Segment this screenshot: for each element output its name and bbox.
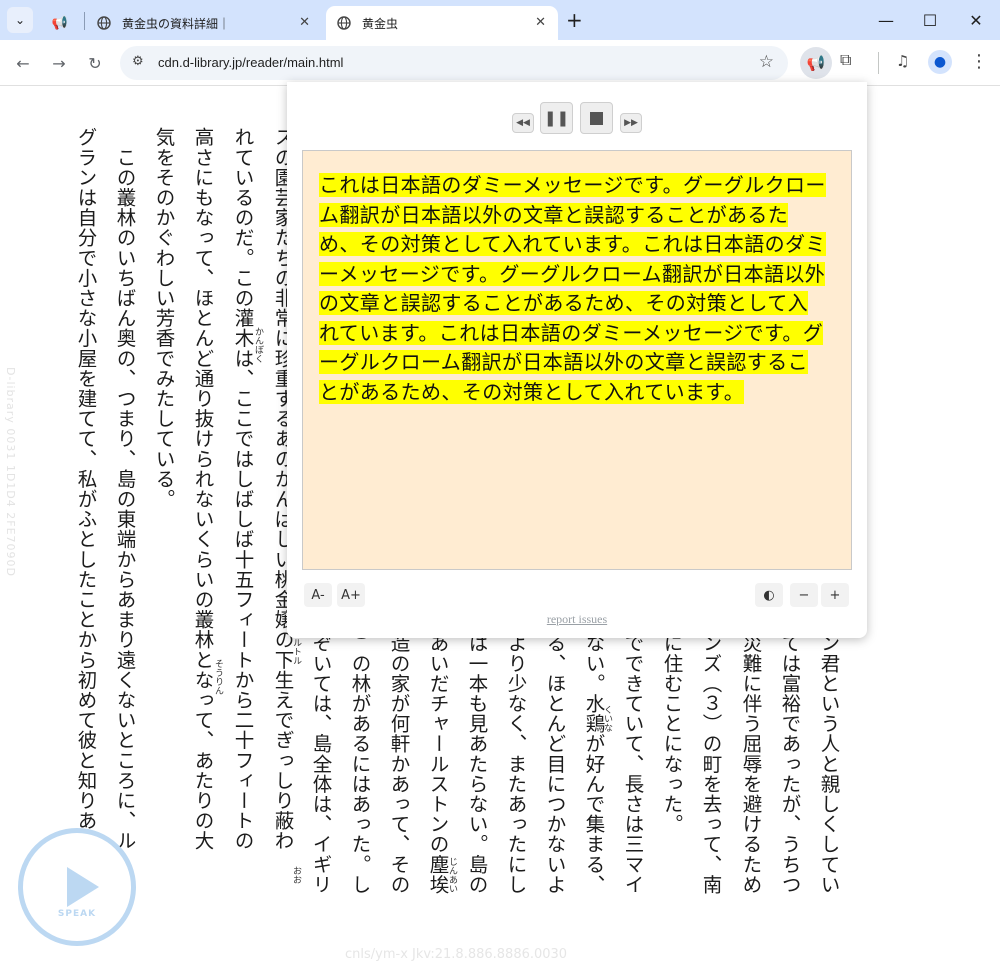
globe-icon — [96, 15, 112, 31]
chevron-down-icon: ⌄ — [14, 13, 26, 27]
tab-search-button[interactable]: ⌄ — [7, 7, 33, 33]
moon-icon: ◐ — [763, 587, 775, 603]
pause-button[interactable]: ❚❚ — [540, 102, 573, 134]
url-text[interactable]: cdn.d-library.jp/reader/main.html — [158, 55, 343, 70]
text-column: より少なく、またあったにし — [504, 633, 527, 895]
text-column: ない。水鶏が好んで集まる、 — [582, 633, 605, 895]
speak-play-button[interactable]: SPEAK — [18, 828, 136, 946]
pause-icon: ❚❚ — [543, 109, 570, 127]
ruby-annotation: くいな — [602, 705, 612, 732]
reading-text-area[interactable]: これは日本語のダミーメッセージです。グーグルクローム翻訳が日本語以外の文章と誤認… — [302, 150, 852, 570]
text-column: この叢林のいちばん奥の、つまり、島の東端からあまり遠くないところに、ル — [113, 127, 136, 851]
tab-separator — [84, 12, 85, 30]
extensions-puzzle-icon[interactable]: ⧉ — [840, 50, 851, 70]
ruby-annotation: おお — [291, 866, 301, 884]
highlighted-text: これは日本語のダミーメッセージです。グーグルクローム翻訳が日本語以外の文章と誤認… — [319, 173, 826, 404]
close-icon[interactable]: ✕ — [299, 15, 310, 30]
megaphone-icon: 📢 — [51, 15, 69, 31]
text-column: ）の林があるにはあった。し — [348, 633, 371, 895]
speak-label: SPEAK — [57, 909, 97, 919]
report-issues-link[interactable]: report issues — [287, 612, 867, 627]
minimize-button[interactable]: — — [866, 6, 906, 34]
text-column: ては富裕であったが、うちつ — [778, 633, 801, 895]
close-icon[interactable]: ✕ — [535, 15, 546, 30]
arrow-left-icon: ← — [16, 53, 30, 73]
ruby-annotation: そうりん — [213, 659, 223, 695]
ruby-annotation: じんあい — [447, 857, 457, 893]
tab-document-details[interactable]: 黄金虫の資料詳細｜ ✕ — [86, 6, 322, 40]
toolbar-divider — [878, 52, 879, 74]
stop-icon — [590, 111, 603, 125]
person-icon: ● — [933, 54, 947, 70]
tts-extension-popup: ◀◀ ❚❚ ▶▶ これは日本語のダミーメッセージです。グーグルクローム翻訳が日本… — [287, 82, 867, 638]
bookmark-star-icon[interactable]: ☆ — [759, 52, 774, 72]
text-column: ンズ（３）の町を去って、南 — [699, 633, 722, 895]
forward-button[interactable]: ▶▶ — [620, 113, 642, 133]
new-tab-button[interactable]: + — [566, 8, 583, 32]
text-column: れているのだ。この灌木は、ここではしばしば十五フィートから二十フィートの — [231, 127, 254, 851]
text-column: 災難に伴う屈辱を避けるため — [739, 633, 762, 895]
text-column: グランは自分で小さな小屋を建てて、私がふとしたことから初めて彼と知りあ — [74, 127, 97, 831]
stop-button[interactable] — [580, 102, 613, 134]
rewind-button[interactable]: ◀◀ — [512, 113, 534, 133]
ruby-annotation: かんぼく — [253, 327, 263, 363]
address-bar[interactable]: ⚙ cdn.d-library.jp/reader/main.html ☆ — [120, 46, 788, 80]
tab-reader[interactable]: 黄金虫 ✕ — [326, 6, 558, 40]
rewind-icon: ◀◀ — [516, 118, 530, 128]
site-settings-icon[interactable]: ⚙ — [132, 54, 144, 69]
tab-strip: ⌄ 📢 黄金虫の資料詳細｜ ✕ 黄金虫 ✕ + — ☐ ✕ — [0, 0, 1000, 40]
kebab-menu-icon[interactable]: ⋮ — [970, 51, 988, 72]
profile-avatar[interactable]: ● — [928, 50, 952, 74]
watermark-text: D-library 0031 1D1D4 2FE7090D — [4, 367, 17, 577]
speed-decrease-button[interactable]: − — [790, 583, 818, 607]
font-increase-button[interactable]: A+ — [337, 583, 365, 607]
back-button[interactable]: ← — [10, 50, 36, 76]
play-icon — [67, 867, 99, 907]
watermark-text: cnls/ym-x Jkv:21.8.886.8886.0030 — [345, 947, 568, 962]
text-column: ぞいては、島全体は、イギリ — [309, 633, 332, 895]
maximize-button[interactable]: ☐ — [910, 6, 950, 34]
text-column: は一本も見あたらない。島の — [465, 633, 488, 895]
speed-increase-button[interactable]: + — [821, 583, 849, 607]
text-column: ン君という人と親しくしてい — [817, 633, 840, 895]
megaphone-icon: 📢 — [806, 54, 826, 72]
text-column: 造の家が何軒かあって、その — [387, 633, 410, 895]
media-control-icon[interactable]: ♫ — [896, 52, 909, 70]
tab-title: 黄金虫 — [362, 16, 399, 31]
reload-icon: ↻ — [88, 53, 102, 73]
forward-button[interactable]: → — [46, 50, 72, 76]
text-column: 高さにもなって、ほとんど通り抜けられないくらいの叢林となって、あたりの大 — [191, 127, 214, 851]
reload-button[interactable]: ↻ — [82, 50, 108, 76]
speaker-extension-button[interactable]: 📢 — [800, 47, 832, 79]
tab-title: 黄金虫の資料詳細｜ — [122, 16, 231, 31]
arrow-right-icon: → — [52, 53, 66, 73]
text-column: でできていて、長さは三マイ — [621, 633, 644, 895]
fast-forward-icon: ▶▶ — [624, 118, 638, 128]
close-window-button[interactable]: ✕ — [956, 6, 996, 34]
text-column: 気をそのかぐわしい芳香でみたしている。 — [152, 127, 175, 509]
font-decrease-button[interactable]: A- — [304, 583, 332, 607]
text-column: る、ほとんど目につかないよ — [543, 633, 566, 895]
globe-icon — [336, 15, 352, 31]
text-column: に住むことになった。 — [660, 633, 683, 834]
tab-speaker-extension[interactable]: 📢 — [42, 6, 82, 40]
dark-mode-toggle[interactable]: ◐ — [755, 583, 783, 607]
